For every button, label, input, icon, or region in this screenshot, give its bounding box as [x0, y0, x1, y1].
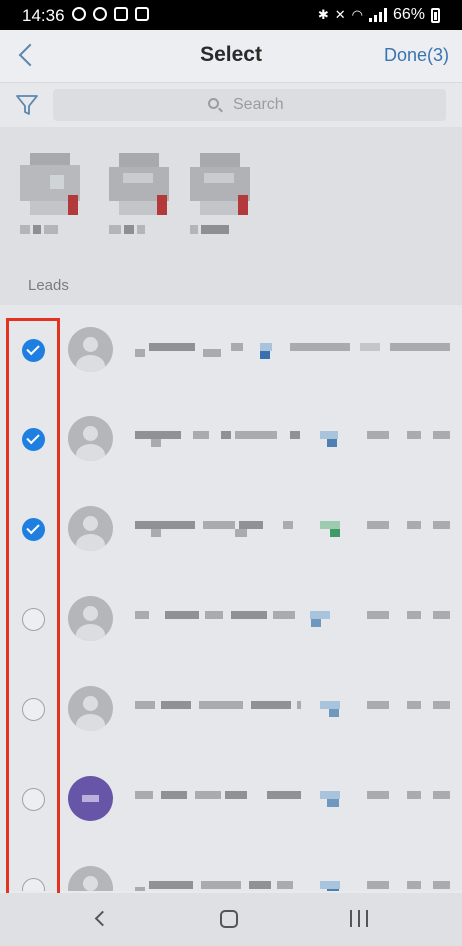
filter-icon[interactable] [15, 93, 39, 117]
lead-name-redacted [135, 881, 450, 891]
checkbox-column-highlight [6, 318, 60, 912]
lead-name-redacted [135, 791, 450, 807]
selected-lead-chip[interactable] [109, 153, 169, 234]
lead-name-redacted [135, 701, 450, 717]
avatar [68, 776, 113, 821]
selected-lead-chip[interactable] [190, 153, 250, 234]
lead-row[interactable] [0, 305, 462, 395]
status-bar: 14:36 ✱ ✕ ◠ 66% [0, 0, 462, 30]
lead-name-redacted [135, 611, 450, 627]
signal-icon [368, 8, 387, 22]
avatar [68, 866, 113, 891]
lead-name-redacted [135, 521, 450, 537]
gallery-icon [114, 7, 128, 21]
selected-lead-chip[interactable] [20, 153, 80, 234]
navigation-bar: Select Done(3) [0, 30, 462, 83]
avatar [68, 506, 113, 551]
selected-lead-name [20, 225, 80, 234]
lead-name-redacted [135, 431, 450, 447]
battery-icon [431, 7, 440, 23]
avatar [68, 416, 113, 461]
recent-apps-icon[interactable] [350, 910, 368, 928]
avatar [68, 686, 113, 731]
mail-icon [135, 7, 149, 21]
section-label-leads: Leads [28, 277, 69, 294]
notification-icon [72, 7, 86, 21]
home-icon[interactable] [220, 910, 238, 928]
selected-leads-strip: Leads [0, 127, 462, 305]
avatar [68, 327, 113, 372]
wifi-icon: ◠ [351, 7, 363, 22]
lead-row[interactable] [0, 845, 462, 891]
leads-list[interactable] [0, 305, 462, 891]
system-indicators: ✱ ✕ ◠ 66% [318, 6, 440, 24]
selected-lead-avatar [190, 153, 250, 215]
selected-lead-name [109, 225, 169, 234]
settings-icon [93, 7, 107, 21]
selected-lead-name [190, 225, 250, 234]
lead-name-redacted [135, 343, 450, 359]
lead-row[interactable] [0, 395, 462, 485]
notification-icons [72, 7, 149, 21]
search-icon [208, 98, 219, 109]
system-back-icon[interactable] [93, 911, 107, 925]
mute-icon: ✕ [334, 7, 346, 22]
selected-lead-avatar [109, 153, 169, 215]
search-row: Search [0, 83, 462, 127]
lead-row[interactable] [0, 575, 462, 665]
status-time: 14:36 [22, 6, 65, 25]
system-navigation-bar [0, 893, 462, 946]
search-input[interactable]: Search [53, 89, 446, 121]
done-button[interactable]: Done(3) [384, 45, 449, 66]
battery-percent: 66% [392, 6, 425, 23]
search-placeholder: Search [233, 96, 284, 113]
avatar [68, 596, 113, 641]
bluetooth-icon: ✱ [317, 7, 329, 22]
lead-row[interactable] [0, 755, 462, 845]
selected-lead-avatar [20, 153, 80, 215]
lead-row[interactable] [0, 665, 462, 755]
lead-row[interactable] [0, 485, 462, 575]
